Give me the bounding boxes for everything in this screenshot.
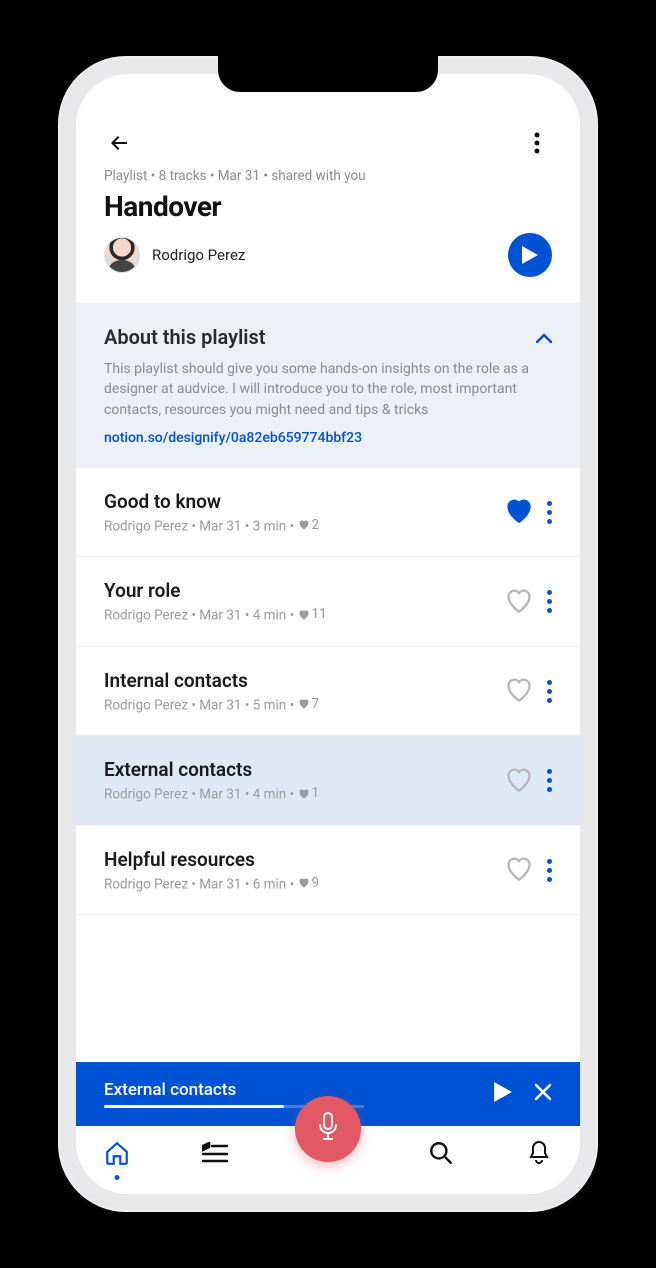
track-meta: Rodrigo Perez • Mar 31 • 5 min • 7 <box>104 696 319 714</box>
track-title: External contacts <box>104 758 319 781</box>
track-row[interactable]: Internal contacts Rodrigo Perez • Mar 31 … <box>76 647 580 737</box>
track-more-button[interactable] <box>547 501 552 524</box>
mini-player-progress <box>104 1105 284 1108</box>
nav-home[interactable] <box>102 1140 132 1170</box>
back-button[interactable] <box>104 128 134 158</box>
playlist-title: Handover <box>76 184 580 233</box>
microphone-icon <box>317 1112 339 1146</box>
track-title: Good to know <box>104 490 319 513</box>
track-more-button[interactable] <box>547 680 552 703</box>
about-heading: About this playlist <box>104 325 265 349</box>
nav-search[interactable] <box>426 1140 456 1170</box>
track-row[interactable]: Good to know Rodrigo Perez • Mar 31 • 3 m… <box>76 468 580 558</box>
playlist-meta: Playlist • 8 tracks • Mar 31 • shared wi… <box>76 168 580 184</box>
home-icon <box>104 1140 130 1170</box>
about-toggle[interactable]: About this playlist <box>104 325 552 349</box>
track-row[interactable]: External contacts Rodrigo Perez • Mar 31 … <box>76 736 580 826</box>
nav-playlists[interactable] <box>200 1142 230 1168</box>
track-row[interactable]: Your role Rodrigo Perez • Mar 31 • 4 min … <box>76 557 580 647</box>
track-meta: Rodrigo Perez • Mar 31 • 4 min • 11 <box>104 606 327 624</box>
author-avatar[interactable] <box>104 237 140 273</box>
nav-notifications[interactable] <box>524 1140 554 1170</box>
track-meta: Rodrigo Perez • Mar 31 • 3 min • 2 <box>104 517 319 535</box>
mini-player-play-button[interactable] <box>494 1082 512 1106</box>
search-icon <box>428 1140 454 1170</box>
more-menu-button[interactable] <box>522 128 552 158</box>
heart-icon: 1 <box>298 785 320 801</box>
playlist-icon <box>202 1142 228 1168</box>
author-name: Rodrigo Perez <box>152 246 245 264</box>
like-button[interactable] <box>505 587 533 617</box>
heart-icon: 11 <box>298 606 327 622</box>
track-meta: Rodrigo Perez • Mar 31 • 4 min • 1 <box>104 785 319 803</box>
track-title: Helpful resources <box>104 848 319 871</box>
about-description: This playlist should give you some hands… <box>104 359 552 420</box>
track-row[interactable]: Helpful resources Rodrigo Perez • Mar 31 … <box>76 826 580 916</box>
heart-icon: 2 <box>298 517 320 533</box>
track-more-button[interactable] <box>547 769 552 792</box>
track-title: Your role <box>104 579 327 602</box>
track-more-button[interactable] <box>547 859 552 882</box>
nav-active-dot <box>115 1175 120 1180</box>
record-button[interactable] <box>295 1096 361 1162</box>
play-all-button[interactable] <box>508 233 552 277</box>
about-link[interactable]: notion.so/designify/0a82eb659774bbf23 <box>104 430 552 446</box>
like-button[interactable] <box>505 855 533 885</box>
track-meta: Rodrigo Perez • Mar 31 • 6 min • 9 <box>104 875 319 893</box>
heart-icon: 9 <box>298 875 320 891</box>
heart-icon: 7 <box>298 696 320 712</box>
mini-player-close-button[interactable] <box>534 1083 552 1105</box>
bell-icon <box>527 1140 551 1170</box>
mini-player-title: External contacts <box>104 1080 236 1100</box>
like-button[interactable] <box>505 766 533 796</box>
like-button[interactable] <box>505 497 533 527</box>
track-title: Internal contacts <box>104 669 319 692</box>
chevron-up-icon <box>536 328 552 347</box>
like-button[interactable] <box>505 676 533 706</box>
track-more-button[interactable] <box>547 590 552 613</box>
